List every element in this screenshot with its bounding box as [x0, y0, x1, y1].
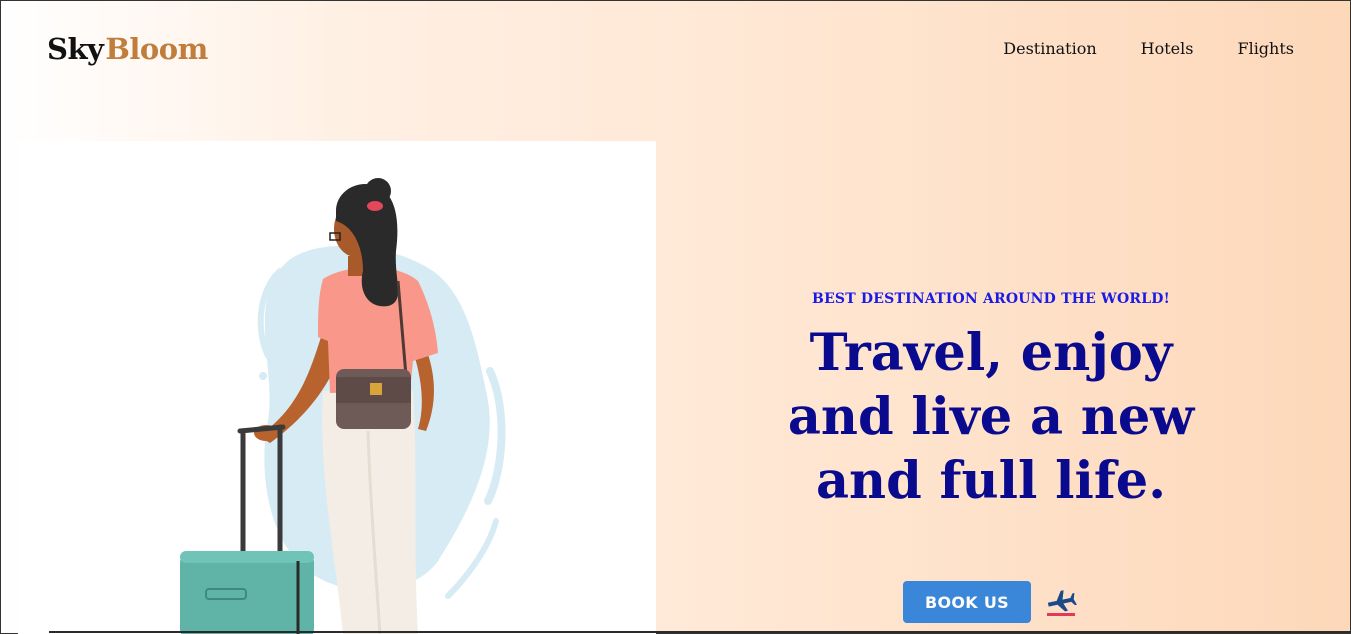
nav-item-flights[interactable]: Flights — [1237, 37, 1294, 61]
blob-swirl-right — [484, 367, 506, 505]
nav-item-hotels[interactable]: Hotels — [1141, 37, 1194, 61]
hero-text: BEST DESTINATION AROUND THE WORLD! Trave… — [761, 289, 1221, 513]
site-header: SkyBloom Destination Hotels Flights — [1, 1, 1351, 101]
brand-logo[interactable]: SkyBloom — [47, 29, 208, 69]
airplane-icon — [1047, 590, 1077, 616]
handbag-clasp — [370, 383, 382, 395]
blob-swirl-lower — [445, 518, 499, 599]
hero-illustration — [18, 141, 656, 634]
headline-line-2: and live a new — [787, 387, 1195, 447]
hair-tie — [367, 201, 383, 211]
nav-item-destination[interactable]: Destination — [1003, 37, 1096, 61]
blob-dot — [259, 372, 267, 380]
headline-line-3: and full life. — [816, 451, 1166, 511]
suitcase-top — [180, 551, 314, 563]
brand-name-part1: Sky — [47, 32, 104, 66]
brand-name-part2: Bloom — [105, 32, 208, 66]
traveler-illustration — [180, 178, 506, 634]
headline-line-1: Travel, enjoy — [809, 323, 1173, 383]
book-us-button[interactable]: BOOK US — [903, 581, 1031, 623]
hair-bun — [365, 178, 391, 204]
cta-row: BOOK US — [903, 581, 1077, 623]
bottom-divider — [49, 631, 1351, 633]
main-nav: Destination Hotels Flights — [1003, 37, 1294, 61]
hero-tagline: BEST DESTINATION AROUND THE WORLD! — [812, 291, 1170, 307]
hero-headline: Travel, enjoy and live a new and full li… — [761, 321, 1221, 513]
